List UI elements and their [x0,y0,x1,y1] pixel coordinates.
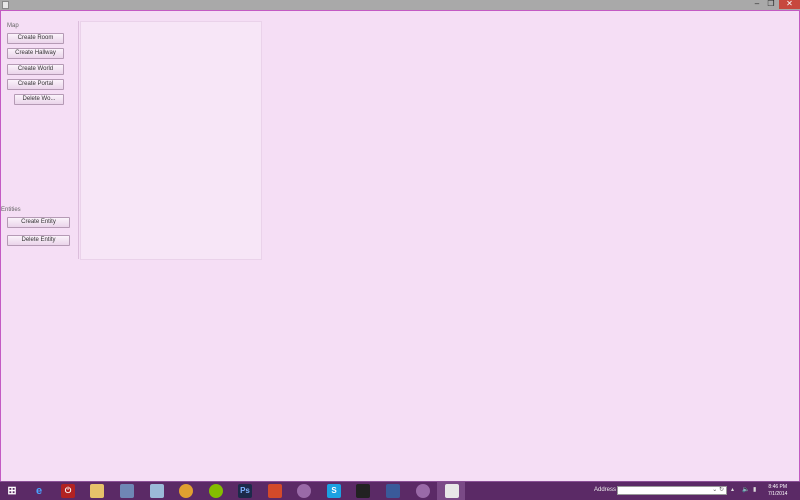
spotify-icon[interactable] [209,484,223,498]
create-world-button[interactable]: Create World [7,64,64,75]
maximize-button[interactable]: ❐ [764,0,778,9]
delete-world-button[interactable]: Delete Wo... [14,94,64,105]
map-section-label: Map [7,23,19,29]
start-icon[interactable]: ⊞ [5,484,19,498]
create-hallway-button[interactable]: Create Hallway [7,48,64,59]
create-room-button[interactable]: Create Room [7,33,64,44]
network-icon[interactable]: ▮ [753,486,756,493]
create-portal-button[interactable]: Create Portal [7,79,64,90]
java-icon[interactable] [445,484,459,498]
media2-icon[interactable] [416,484,430,498]
ie-icon[interactable]: e [32,484,46,498]
steam-icon[interactable] [356,484,370,498]
tray-arrow-icon[interactable]: ▴ [731,486,734,493]
file-explorer-icon[interactable] [90,484,104,498]
office-icon[interactable] [268,484,282,498]
sidebar-divider [78,21,79,259]
java-app-icon [2,1,9,9]
address-input[interactable]: ⌄ ↻ [617,486,727,495]
media-icon[interactable] [297,484,311,498]
clock-time: 8:46 PM [768,484,788,490]
close-button[interactable]: ✕ [779,0,800,9]
notepad-icon[interactable] [150,484,164,498]
clock-date: 7/1/2014 [768,491,788,497]
address-label: Address [594,487,617,493]
title-bar: – ❐ ✕ [0,0,800,11]
main-window: Map Create Room Create Hallway Create Wo… [0,11,800,481]
taskbar: ⊞ e ⏻ Ps S Address ⌄ ↻ ▴ 🔈 ▮ 8:46 PM 7/1… [0,481,800,500]
create-entity-button[interactable]: Create Entity [7,217,70,228]
app-icon[interactable] [120,484,134,498]
delete-entity-button[interactable]: Delete Entity [7,235,70,246]
minimize-button[interactable]: – [750,0,764,9]
entities-section-label: Entities [1,207,21,213]
volume-icon[interactable]: 🔈 [742,486,749,493]
map-canvas[interactable] [80,21,262,260]
chrome-icon[interactable] [179,484,193,498]
app2-icon[interactable] [386,484,400,498]
photoshop-icon[interactable]: Ps [238,484,252,498]
clock[interactable]: 8:46 PM 7/1/2014 [768,484,787,498]
skype-icon[interactable]: S [327,484,341,498]
refresh-icon[interactable]: ⌄ ↻ [712,486,724,493]
power-icon[interactable]: ⏻ [61,484,75,498]
